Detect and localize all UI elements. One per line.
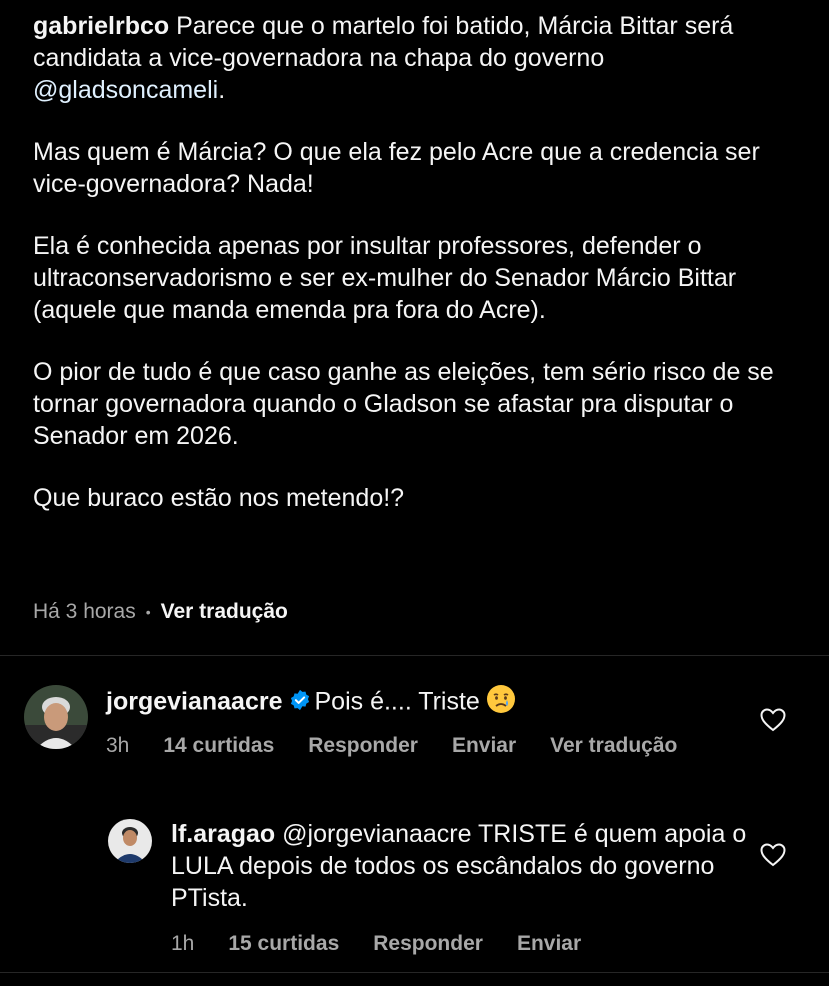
- divider: [0, 972, 829, 973]
- caption-paragraph-4: O pior de tudo é que caso ganhe as eleiç…: [33, 358, 774, 450]
- comment-username[interactable]: jorgevianaacre: [106, 688, 283, 716]
- comment-username[interactable]: lf.aragao: [171, 820, 275, 848]
- caption-paragraph-2: Mas quem é Márcia? O que ela fez pelo Ac…: [33, 138, 760, 198]
- like-heart-icon[interactable]: [760, 708, 786, 737]
- caption-paragraph-5: Que buraco estão nos metendo!?: [33, 484, 405, 512]
- comment-meta: 3h 14 curtidas Responder Enviar Ver trad…: [106, 734, 711, 758]
- send-button[interactable]: Enviar: [452, 734, 516, 758]
- comment-likes[interactable]: 15 curtidas: [228, 932, 339, 956]
- send-button[interactable]: Enviar: [517, 932, 581, 956]
- caption-timestamp: Há 3 horas: [33, 600, 136, 623]
- crying-face-icon: [486, 684, 516, 722]
- reply-button[interactable]: Responder: [308, 734, 418, 758]
- caption-translate-link[interactable]: Ver tradução: [161, 600, 288, 624]
- caption-separator: •: [145, 604, 151, 620]
- translate-button[interactable]: Ver tradução: [550, 734, 677, 758]
- comment-text: Pois é.... Triste: [314, 687, 480, 716]
- caption-username[interactable]: gabrielrbco: [33, 12, 169, 40]
- caption-meta: Há 3 horas • Ver tradução: [33, 600, 288, 624]
- caption-paragraph-3: Ela é conhecida apenas por insultar prof…: [33, 232, 737, 324]
- caption-paragraph-1: gabrielrbco Parece que o martelo foi bat…: [33, 10, 803, 106]
- comment-jorgevianaacre: jorgevianaacre Pois é.... Triste: [106, 684, 726, 722]
- comment-lf-aragao: lf.aragao @jorgevianaacre TRISTE é quem …: [171, 818, 751, 914]
- comment-meta: 1h 15 curtidas Responder Enviar: [171, 932, 615, 956]
- post-caption: gabrielrbco Parece que o martelo foi bat…: [33, 10, 803, 544]
- comment-timestamp: 1h: [171, 932, 195, 955]
- verified-badge-icon: [289, 687, 311, 719]
- comment-likes[interactable]: 14 curtidas: [163, 734, 274, 758]
- avatar-lf-aragao[interactable]: [108, 819, 152, 863]
- comment-timestamp: 3h: [106, 734, 130, 757]
- like-heart-icon[interactable]: [760, 843, 786, 872]
- caption-mention[interactable]: @gladsoncameli: [33, 76, 218, 104]
- caption-text-end: .: [218, 76, 226, 104]
- avatar-jorgevianaacre[interactable]: [24, 685, 88, 749]
- divider: [0, 655, 829, 656]
- comment-mention[interactable]: @jorgevianaacre: [282, 820, 471, 848]
- reply-button[interactable]: Responder: [373, 932, 483, 956]
